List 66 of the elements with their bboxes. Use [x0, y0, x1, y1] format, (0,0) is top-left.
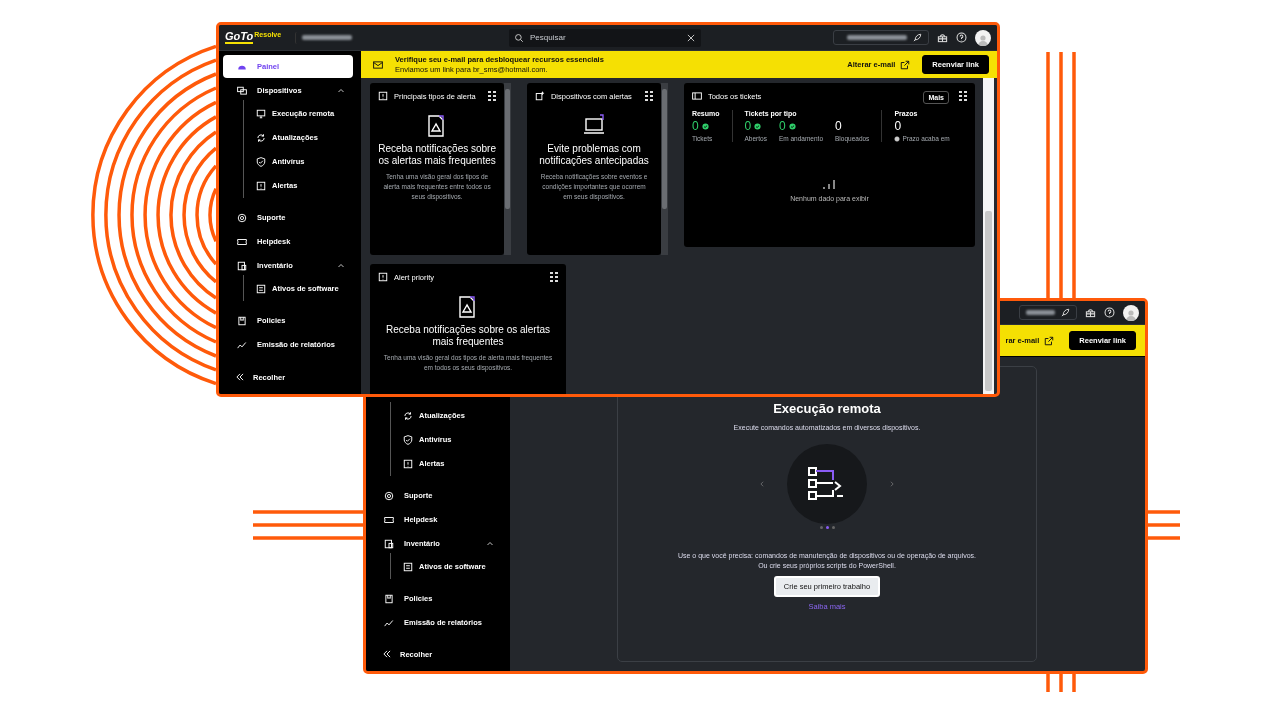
- book-icon: [237, 315, 247, 326]
- help-icon[interactable]: [956, 32, 967, 43]
- rocket-icon: [912, 32, 922, 43]
- gift-icon[interactable]: [937, 32, 948, 43]
- lifebuoy-icon: [384, 490, 394, 501]
- card-headline: Receba notificações sobre os alertas mais frequentes: [385, 324, 551, 348]
- shield-icon: [403, 434, 413, 445]
- rocket-icon: [1060, 307, 1070, 318]
- avatar[interactable]: [975, 29, 991, 46]
- search-field[interactable]: Pesquisar: [509, 28, 701, 47]
- ticket-icon: [237, 236, 247, 247]
- logo: GoTo: [225, 31, 254, 44]
- help-icon[interactable]: [1104, 307, 1115, 318]
- chevron-up-icon[interactable]: [337, 261, 345, 270]
- list-icon: [403, 561, 413, 572]
- stat-value: 0: [744, 119, 752, 133]
- card-headline: Evite problemas com notificações antecipadas: [538, 143, 650, 167]
- search-icon: [514, 32, 524, 43]
- trend-icon: [237, 339, 247, 350]
- scrollbar[interactable]: [504, 83, 511, 255]
- refresh-icon: [256, 132, 266, 143]
- panel-title: Execução remota: [773, 401, 881, 416]
- bar-chart-icon: [823, 179, 836, 189]
- clipboard-icon: [237, 260, 247, 271]
- search-input[interactable]: Pesquisar: [528, 32, 682, 43]
- carousel-dot[interactable]: [825, 526, 829, 529]
- more-options-icon[interactable]: [550, 272, 558, 282]
- more-options-icon[interactable]: [488, 91, 497, 101]
- gift-icon[interactable]: [1085, 307, 1096, 318]
- clock-icon: [894, 135, 901, 142]
- carousel-dot[interactable]: [831, 526, 835, 529]
- monitors-icon: [237, 85, 247, 96]
- card-headline: Receba notificações sobre os alertas mais frequentes: [378, 143, 497, 167]
- stat-value: 0: [691, 119, 699, 133]
- close-icon[interactable]: [686, 32, 696, 43]
- shield-icon: [256, 156, 266, 167]
- external-link-icon: [900, 59, 911, 70]
- alert-icon: [256, 180, 266, 191]
- lifebuoy-icon: [237, 212, 247, 223]
- device-plus-icon: [534, 91, 545, 101]
- chevron-up-icon[interactable]: [337, 86, 345, 95]
- avatar[interactable]: [1123, 304, 1139, 321]
- list-icon: [256, 283, 266, 294]
- chevron-up-icon[interactable]: [486, 539, 494, 548]
- refresh-icon: [403, 410, 413, 421]
- alert-icon: [378, 91, 388, 101]
- monitor-icon: [256, 108, 266, 119]
- alert-icon: [403, 458, 413, 469]
- trend-icon: [384, 617, 394, 628]
- stat-value: 0: [778, 119, 786, 133]
- envelope-icon: [373, 59, 383, 70]
- scrollbar[interactable]: [983, 78, 994, 394]
- stat-value: 0: [894, 119, 902, 133]
- double-chevron-icon: [235, 372, 245, 382]
- alert-icon: [378, 272, 388, 282]
- ticket-icon: [384, 514, 394, 525]
- stat-value: 0: [835, 119, 842, 133]
- external-link-icon: [1044, 335, 1055, 346]
- more-options-icon[interactable]: [959, 91, 967, 101]
- more-options-icon[interactable]: [645, 91, 654, 101]
- ticket-icon: [691, 91, 702, 101]
- double-chevron-icon: [382, 649, 392, 659]
- book-icon: [384, 593, 394, 604]
- scrollbar[interactable]: [661, 83, 668, 255]
- clipboard-icon: [384, 538, 394, 549]
- carousel-dot[interactable]: [819, 526, 823, 529]
